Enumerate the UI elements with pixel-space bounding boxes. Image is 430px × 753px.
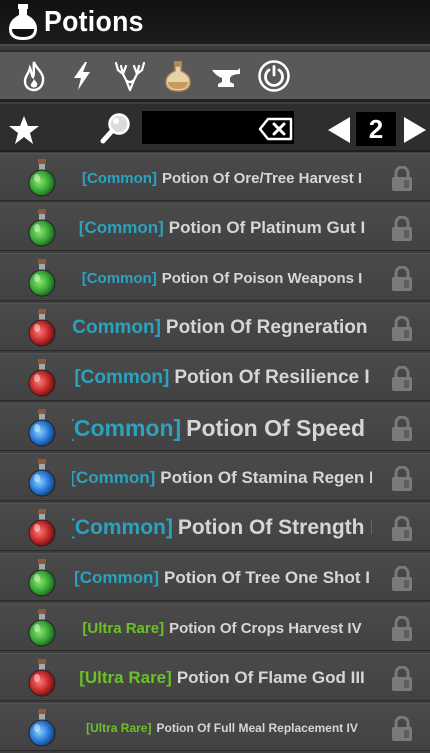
favorite-star-icon[interactable] xyxy=(8,114,40,146)
lock-icon xyxy=(392,616,412,641)
antlers-icon xyxy=(114,61,146,91)
prev-page-icon[interactable] xyxy=(326,115,352,145)
item-rarity: [Common] xyxy=(81,169,157,187)
category-crafting[interactable] xyxy=(208,58,244,94)
item-name: Potion Of Strength I xyxy=(177,516,372,539)
item-name: Potion Of Tree One Shot I xyxy=(164,568,370,587)
potion-bottle-icon xyxy=(28,709,56,747)
lock-icon xyxy=(392,466,412,491)
list-item[interactable]: [Common] Potion Of Strength I xyxy=(0,503,430,551)
potion-bottle-icon xyxy=(28,259,56,297)
potion-flask-icon xyxy=(9,4,37,40)
item-name: Potion Of Crops Harvest IV xyxy=(169,619,362,637)
category-potions[interactable] xyxy=(160,58,196,94)
lock-icon xyxy=(392,366,412,391)
item-label: [Common] Potion Of Resilience I xyxy=(72,354,372,402)
lock-icon xyxy=(392,516,412,541)
list-item[interactable]: [Common] Potion Of Stamina Regen I xyxy=(0,453,430,501)
category-bar xyxy=(0,50,430,102)
item-label: [Common] Potion Of Speed I xyxy=(72,404,372,452)
fire-icon xyxy=(23,61,45,91)
potion-icon xyxy=(165,60,191,92)
item-name: Potion Of Flame God III xyxy=(176,668,365,687)
potion-bottle-icon xyxy=(28,659,56,697)
lock-icon xyxy=(392,566,412,591)
potion-bottle-icon xyxy=(28,159,56,197)
category-power[interactable] xyxy=(256,58,292,94)
item-rarity: [Ultra Rare] xyxy=(79,668,172,687)
lock-icon xyxy=(392,416,412,441)
item-rarity: [Common] xyxy=(72,516,173,539)
page-number[interactable]: 2 xyxy=(356,112,396,146)
potion-list: [Common] Potion Of Ore/Tree Harvest I [Com… xyxy=(0,153,430,753)
item-rarity: [Common] xyxy=(74,367,170,388)
item-label: [Common] Potion Of Regneration I xyxy=(72,304,372,352)
anvil-icon xyxy=(212,67,240,87)
lock-icon xyxy=(392,266,412,291)
potion-bottle-icon xyxy=(28,209,56,247)
list-item[interactable]: [Ultra Rare] Potion Of Flame God III xyxy=(0,653,430,701)
item-rarity: [Common] xyxy=(72,414,182,441)
item-name: Potion Of Regneration I xyxy=(165,317,372,338)
potion-bottle-icon xyxy=(28,509,56,547)
item-name: Potion Of Resilience I xyxy=(174,367,370,388)
lock-icon xyxy=(392,316,412,341)
lock-icon xyxy=(392,216,412,241)
item-name: Potion Of Stamina Regen I xyxy=(160,468,372,487)
filter-bar: 2 xyxy=(0,104,430,152)
item-label: [Common] Potion Of Tree One Shot I xyxy=(72,554,372,602)
list-item[interactable]: [Common] Potion Of Speed I xyxy=(0,403,430,451)
item-name: Potion Of Ore/Tree Harvest I xyxy=(161,169,363,187)
list-item[interactable]: [Common] Potion Of Platinum Gut I xyxy=(0,203,430,251)
category-hunting[interactable] xyxy=(112,58,148,94)
search-icon xyxy=(100,113,130,144)
list-item[interactable]: [Common] Potion Of Tree One Shot I xyxy=(0,553,430,601)
list-item[interactable]: [Common] Potion Of Ore/Tree Harvest I xyxy=(0,153,430,201)
lock-icon xyxy=(392,716,412,741)
clear-search-icon[interactable] xyxy=(258,117,294,141)
item-label: [Common] Potion Of Platinum Gut I xyxy=(72,204,372,252)
item-label: [Ultra Rare] Potion Of Flame God III xyxy=(72,654,372,702)
item-rarity: [Common] xyxy=(72,317,161,338)
category-fire[interactable] xyxy=(16,58,52,94)
potion-bottle-icon xyxy=(28,309,56,347)
list-item[interactable]: [Common] Potion Of Poison Weapons I xyxy=(0,253,430,301)
lock-icon xyxy=(392,666,412,691)
potion-bottle-icon xyxy=(28,459,56,497)
item-label: [Common] Potion Of Ore/Tree Harvest I xyxy=(72,154,372,202)
potion-bottle-icon xyxy=(28,609,56,647)
next-page-icon[interactable] xyxy=(402,115,428,145)
potion-bottle-icon xyxy=(28,409,56,447)
item-rarity: [Common] xyxy=(81,269,157,287)
item-rarity: [Ultra Rare] xyxy=(82,619,165,637)
title-bar: Potions xyxy=(0,0,430,46)
list-item[interactable]: [Ultra Rare] Potion Of Full Meal Replacem… xyxy=(0,703,430,751)
list-item[interactable]: [Common] Potion Of Regneration I xyxy=(0,303,430,351)
category-lightning[interactable] xyxy=(64,58,100,94)
item-rarity: [Common] xyxy=(78,218,164,237)
potion-bottle-icon xyxy=(28,359,56,397)
item-rarity: [Ultra Rare] xyxy=(86,721,152,735)
item-label: [Common] Potion Of Strength I xyxy=(72,504,372,552)
item-label: [Common] Potion Of Poison Weapons I xyxy=(72,254,372,302)
potion-bottle-icon xyxy=(28,559,56,597)
item-name: Potion Of Poison Weapons I xyxy=(161,269,363,287)
power-icon xyxy=(258,59,290,92)
lock-icon xyxy=(392,166,412,191)
item-label: [Common] Potion Of Stamina Regen I xyxy=(72,454,372,502)
item-label: [Ultra Rare] Potion Of Full Meal Replacem… xyxy=(72,704,372,752)
item-name: Potion Of Platinum Gut I xyxy=(168,218,366,237)
item-rarity: [Common] xyxy=(74,568,160,587)
item-name: Potion Of Full Meal Replacement IV xyxy=(156,721,358,735)
item-rarity: [Common] xyxy=(72,468,156,487)
list-item[interactable]: [Common] Potion Of Resilience I xyxy=(0,353,430,401)
window-title: Potions xyxy=(44,5,144,38)
lightning-icon xyxy=(74,61,90,90)
item-label: [Ultra Rare] Potion Of Crops Harvest IV xyxy=(72,604,372,652)
list-item[interactable]: [Ultra Rare] Potion Of Crops Harvest IV xyxy=(0,603,430,651)
item-name: Potion Of Speed I xyxy=(186,414,372,441)
